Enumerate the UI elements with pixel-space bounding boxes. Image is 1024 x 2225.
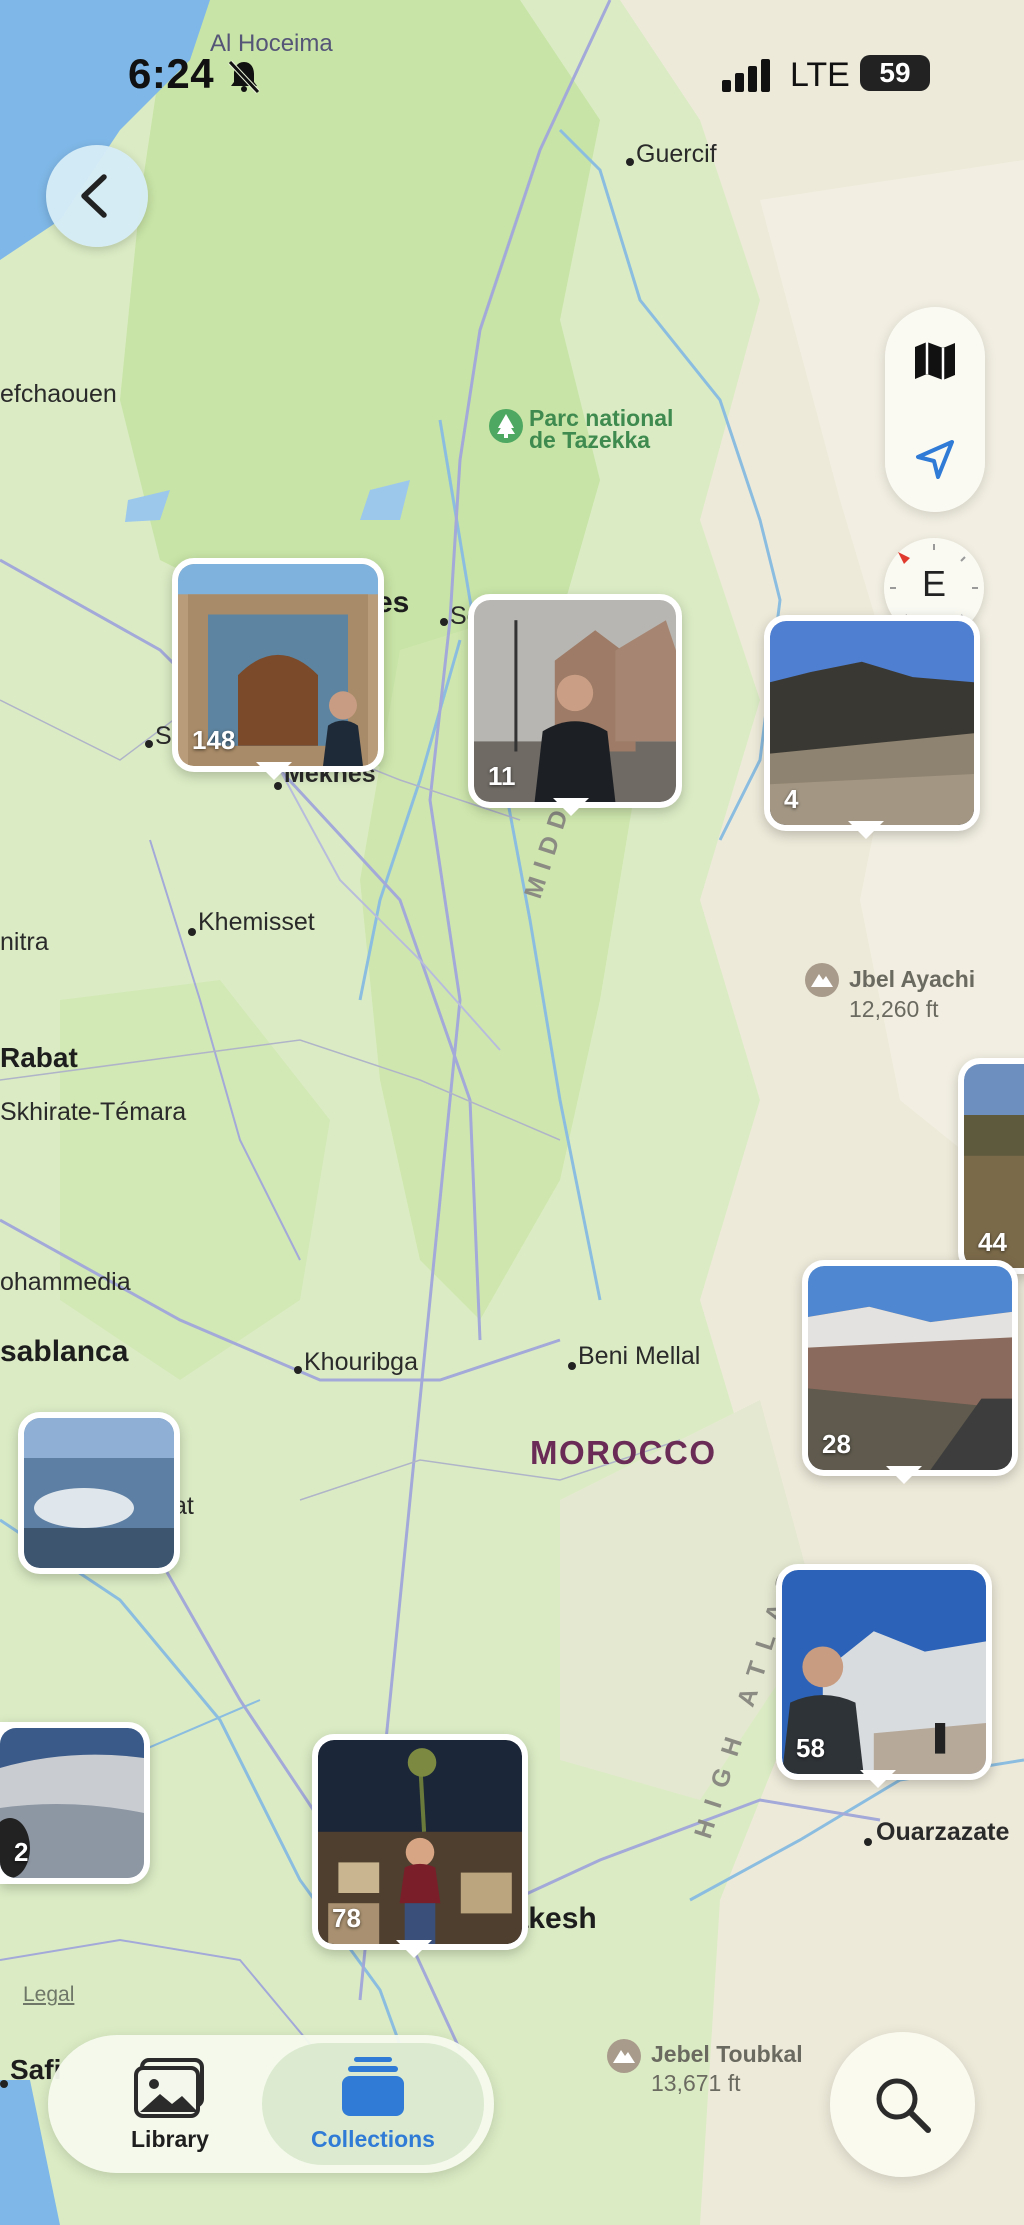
place-label: Khemisset <box>198 908 315 936</box>
peak-name: Jebel Toubkal <box>651 2041 803 2067</box>
legal-link[interactable]: Legal <box>23 1983 74 2007</box>
map-icon[interactable] <box>911 337 959 385</box>
peak-elevation: 12,260 ft <box>849 996 939 1022</box>
place-label: Ouarzazate <box>876 1818 1010 1846</box>
mountain-peak-icon <box>607 2039 641 2073</box>
place-label: Skhirate-Témara <box>0 1098 187 1126</box>
search-button[interactable] <box>830 2032 975 2177</box>
network-type: LTE <box>790 56 850 94</box>
photo-count: 44 <box>978 1227 1007 1257</box>
photo-count: 78 <box>332 1903 361 1933</box>
battery-indicator: 59 <box>860 55 930 91</box>
photo-cluster[interactable]: 4 <box>764 615 980 831</box>
park-label-line2: de Tazekka <box>529 427 651 453</box>
photo-cluster[interactable]: 78 <box>312 1734 528 1950</box>
compass-heading: E <box>921 563 946 604</box>
tab-library[interactable]: Library <box>70 2048 270 2158</box>
location-arrow-icon[interactable] <box>912 437 958 483</box>
photo-count: 4 <box>784 784 799 814</box>
place-label: Rabat <box>0 1042 78 1073</box>
place-label: sablanca <box>0 1335 129 1368</box>
place-label: Al Hoceima <box>210 30 333 57</box>
silent-mode-icon <box>228 60 260 94</box>
peak-elevation: 13,671 ft <box>651 2070 741 2096</box>
collections-icon <box>342 2057 404 2116</box>
photo-cluster[interactable]: 11 <box>468 594 682 808</box>
photo-cluster[interactable]: 44 <box>958 1058 1024 1274</box>
place-label: Khouribga <box>304 1348 418 1376</box>
place-label: ohammedia <box>0 1268 131 1296</box>
map-controls-panel <box>885 307 985 512</box>
mountain-peak-icon <box>805 963 839 997</box>
status-time: 6:24 <box>128 50 215 97</box>
photo-cluster[interactable] <box>18 1412 180 1574</box>
photo-cluster[interactable]: 58 <box>776 1564 992 1780</box>
place-label: efchaouen <box>0 380 117 408</box>
place-label: S <box>155 722 172 750</box>
photo-library-icon <box>134 2058 204 2118</box>
photo-count: 58 <box>796 1733 825 1763</box>
photo-count: 2 <box>14 1837 29 1867</box>
park-icon <box>489 409 523 443</box>
chevron-left-icon <box>81 174 107 218</box>
photo-thumbnail <box>770 621 974 825</box>
search-icon <box>876 2078 931 2133</box>
back-button[interactable] <box>46 145 148 247</box>
photo-count: 148 <box>192 725 236 755</box>
tab-collections-label: Collections <box>311 2126 435 2152</box>
tab-library-label: Library <box>131 2126 209 2152</box>
place-label: nitra <box>0 928 49 956</box>
tab-collections[interactable]: Collections <box>262 2043 484 2165</box>
photo-count: 11 <box>488 761 516 791</box>
place-label: Beni Mellal <box>578 1342 701 1370</box>
place-label: Guercif <box>636 140 717 168</box>
photo-cluster[interactable]: 2 <box>0 1722 150 1884</box>
photo-cluster[interactable]: 28 <box>802 1260 1018 1476</box>
photo-count: 28 <box>822 1429 851 1459</box>
photo-thumbnail <box>24 1418 174 1568</box>
peak-name: Jbel Ayachi <box>849 966 976 992</box>
photo-cluster[interactable]: 148 <box>172 558 384 772</box>
signal-strength-icon <box>722 58 772 92</box>
